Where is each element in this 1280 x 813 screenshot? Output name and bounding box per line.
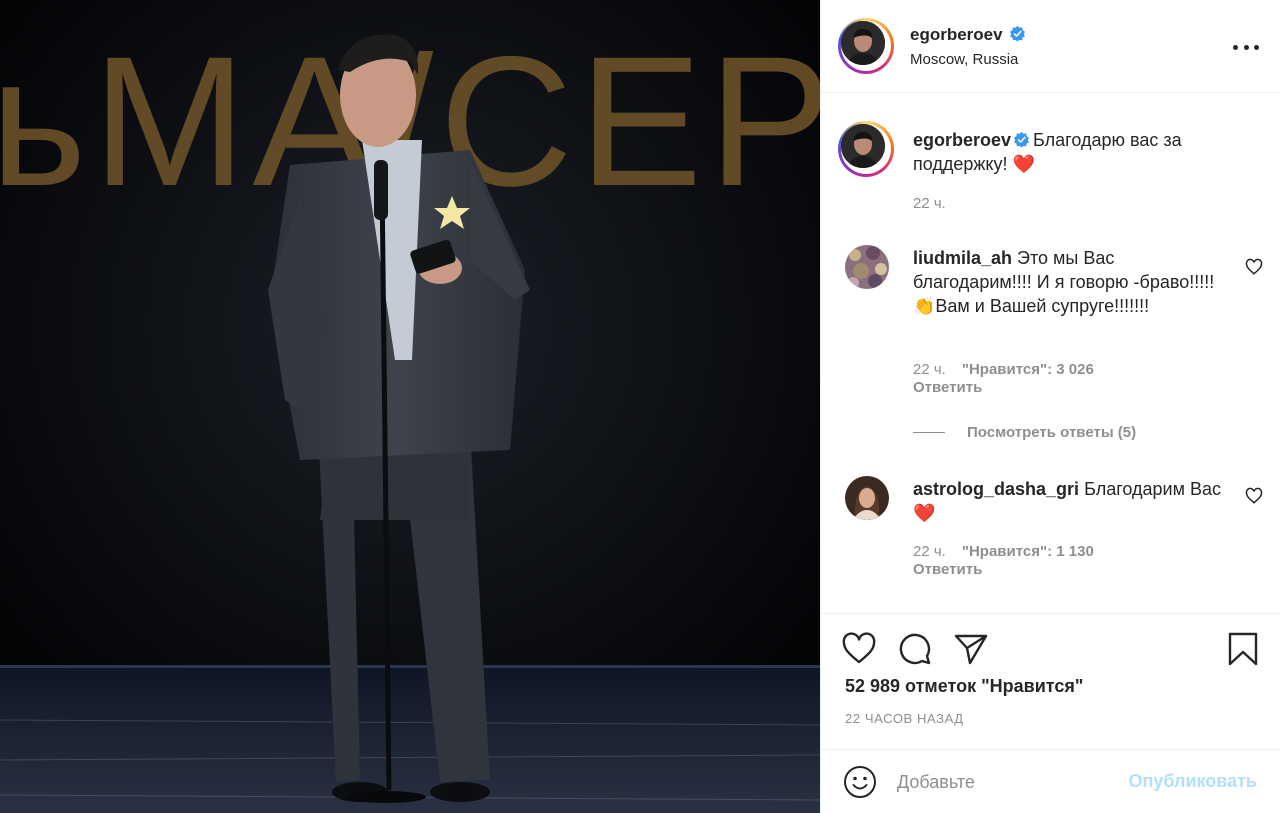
post-photo[interactable]: ьМА/СЕРИА. [0,0,820,813]
bookmark-icon[interactable] [1225,631,1261,667]
comment-meta: 22 ч. "Нравится": 1 130 [913,543,1094,560]
reply-button[interactable]: Ответить [913,561,982,578]
send-icon[interactable] [953,631,989,667]
photo-scene: ьМА/СЕРИА. [0,0,820,813]
post-timestamp: 22 ЧАСОВ НАЗАД [845,711,964,726]
add-comment-input[interactable] [897,768,1107,796]
avatar-image [841,21,885,65]
comment-body: liudmila_ah Это мы Вас благодарим!!!! И … [913,246,1231,318]
more-options-icon[interactable] [1233,34,1259,60]
comment-username[interactable]: astrolog_dasha_gri [913,479,1079,499]
comment-icon[interactable] [897,631,933,667]
post-sidebar: egorberoev Moscow, Russia egorberoev Бла… [820,0,1280,813]
comment-composer: Опубликовать [821,749,1280,813]
comment-meta: 22 ч. "Нравится": 3 026 [913,361,1094,378]
author-avatar[interactable] [838,18,894,74]
comments-section[interactable]: egorberoev Благодарю вас за поддержку! ❤… [821,94,1280,614]
author-username[interactable]: egorberoev [910,25,1003,44]
likes-count[interactable]: 52 989 отметок "Нравится" [845,676,1083,697]
publish-button[interactable]: Опубликовать [1128,771,1257,792]
caption-author-avatar[interactable] [838,121,894,177]
verified-badge-icon [1010,25,1025,42]
verified-badge-icon [1014,131,1029,148]
comment-avatar[interactable] [845,245,889,289]
heart-icon[interactable] [841,631,877,667]
comment-like-heart-icon[interactable] [1245,487,1263,505]
comment-like-count[interactable]: "Нравится": 3 026 [962,361,1094,378]
comment-username[interactable]: liudmila_ah [913,248,1012,268]
post-location[interactable]: Moscow, Russia [910,51,1018,68]
avatar-image [845,476,889,520]
post-header: egorberoev Moscow, Russia [821,0,1280,93]
avatar-image [841,124,885,168]
post-caption: egorberoev Благодарю вас за поддержку! ❤… [913,128,1231,176]
comment-like-heart-icon[interactable] [1245,258,1263,276]
comment-body: astrolog_dasha_gri Благодарим Вас ❤️ [913,477,1231,525]
avatar-image [845,245,889,289]
view-replies-button[interactable]: Посмотреть ответы (5) [913,424,1136,441]
emoji-icon[interactable] [843,765,877,799]
comment-avatar[interactable] [845,476,889,520]
comment-like-count[interactable]: "Нравится": 1 130 [962,543,1094,560]
replies-divider-line [913,432,945,433]
reply-button[interactable]: Ответить [913,379,982,396]
caption-time: 22 ч. [913,195,946,212]
caption-username[interactable]: egorberoev [913,130,1011,150]
post-actions [821,625,1280,675]
